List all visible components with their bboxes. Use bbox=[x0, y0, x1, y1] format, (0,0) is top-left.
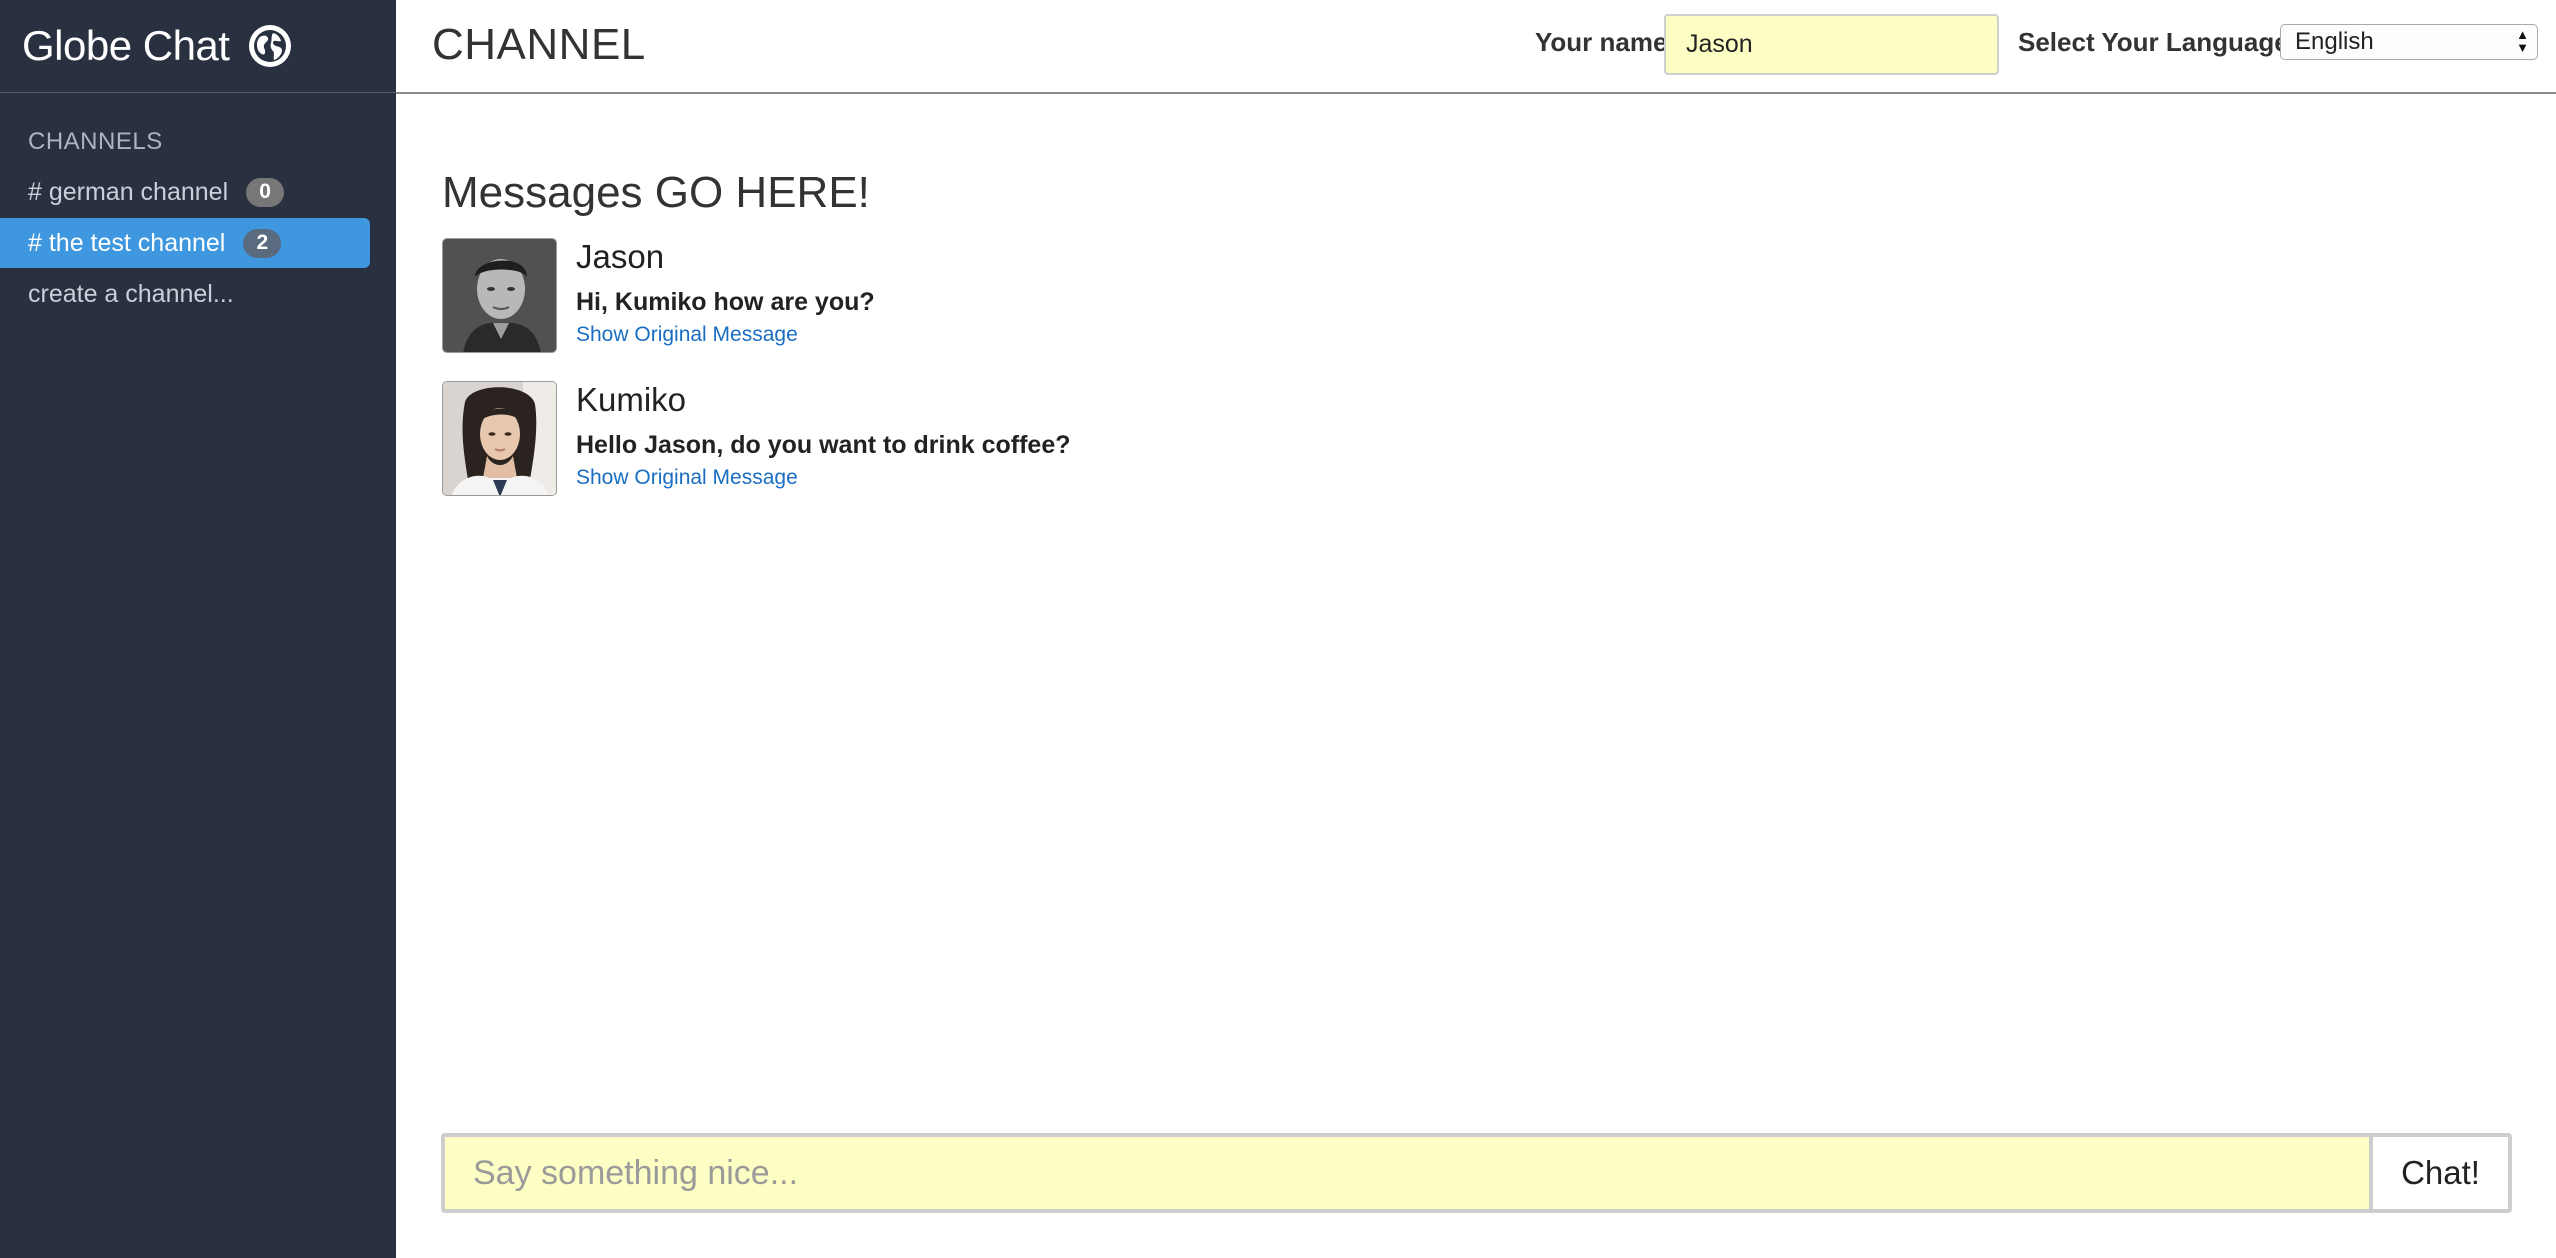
message-body: Jason Hi, Kumiko how are you? Show Origi… bbox=[576, 238, 875, 353]
channel-list: # german channel 0 # the test channel 2 bbox=[0, 167, 396, 268]
name-input[interactable] bbox=[1664, 14, 1999, 75]
show-original-link[interactable]: Show Original Message bbox=[576, 465, 798, 491]
message-item: Kumiko Hello Jason, do you want to drink… bbox=[442, 381, 1071, 496]
message-text: Hi, Kumiko how are you? bbox=[576, 288, 875, 316]
message-author: Jason bbox=[576, 238, 665, 275]
globe-icon bbox=[249, 25, 292, 67]
language-label: Select Your Language bbox=[2018, 27, 2289, 57]
brand: Globe Chat bbox=[0, 0, 396, 93]
message-text: Hello Jason, do you want to drink coffee… bbox=[576, 431, 1071, 459]
channel-label: # german channel bbox=[28, 177, 229, 206]
message-item: Jason Hi, Kumiko how are you? Show Origi… bbox=[442, 238, 875, 353]
app-title: Globe Chat bbox=[22, 22, 230, 69]
select-arrows-icon: ▲ ▼ bbox=[2516, 27, 2529, 55]
language-select[interactable]: English ▲ ▼ bbox=[2280, 24, 2538, 60]
channel-count-badge: 2 bbox=[243, 228, 282, 258]
message-author: Kumiko bbox=[576, 381, 687, 418]
message-composer: Chat! bbox=[441, 1133, 2512, 1213]
messages-heading: Messages GO HERE! bbox=[442, 168, 870, 217]
create-channel-link[interactable]: create a channel... bbox=[0, 269, 396, 319]
name-label: Your name bbox=[1535, 27, 1668, 57]
channel-count-badge: 0 bbox=[246, 177, 285, 207]
channel-item-test[interactable]: # the test channel 2 bbox=[0, 218, 370, 268]
avatar bbox=[442, 381, 557, 496]
channel-label: # the test channel bbox=[28, 228, 226, 257]
message-body: Kumiko Hello Jason, do you want to drink… bbox=[576, 381, 1071, 496]
channels-heading: CHANNELS bbox=[28, 128, 163, 155]
language-selected-value: English bbox=[2295, 28, 2374, 55]
channel-item-german[interactable]: # german channel 0 bbox=[0, 167, 370, 217]
chat-send-button[interactable]: Chat! bbox=[2373, 1137, 2508, 1209]
sidebar: Globe Chat CHANNELS # german channel 0 #… bbox=[0, 0, 396, 1258]
top-header: CHANNEL Your name Select Your Language E… bbox=[396, 0, 2556, 94]
avatar bbox=[442, 238, 557, 353]
show-original-link[interactable]: Show Original Message bbox=[576, 322, 798, 348]
page-title: CHANNEL bbox=[432, 20, 646, 69]
message-input[interactable] bbox=[445, 1137, 2373, 1209]
